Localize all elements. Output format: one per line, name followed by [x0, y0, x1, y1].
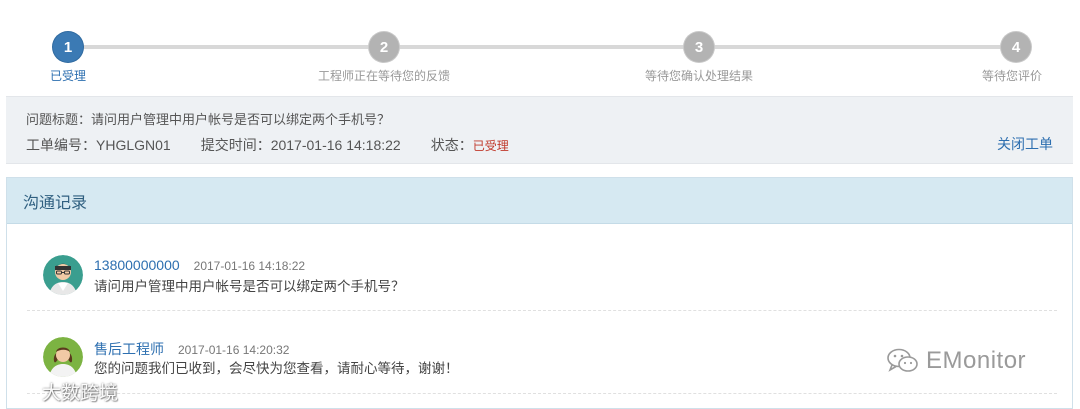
- user-avatar-icon: [43, 255, 83, 295]
- step-connector: [68, 45, 384, 49]
- watermark-left-text: 大数跨境: [42, 383, 119, 404]
- message-divider: [27, 310, 1057, 311]
- ticket-title-row: 问题标题：请问用户管理中用户帐号是否可以绑定两个手机号？: [26, 109, 390, 128]
- user-avatar: [43, 255, 83, 295]
- step-1-circle: 1: [53, 32, 83, 62]
- engineer-avatar-icon: [43, 337, 83, 377]
- message-meta: 13800000000 2017-01-16 14:18:22: [94, 257, 305, 273]
- message-meta: 售后工程师 2017-01-16 14:20:32: [94, 339, 289, 359]
- engineer-avatar: [43, 337, 83, 377]
- ticket-title: 请问用户管理中用户帐号是否可以绑定两个手机号？: [91, 112, 391, 127]
- step-connector: [384, 45, 699, 49]
- ticket-number-label: 工单编号：: [26, 137, 96, 153]
- submit-time: 2017-01-16 14:18:22: [270, 137, 401, 153]
- step-3-label: 等待您确认处理结果: [645, 69, 754, 83]
- submit-time-group: 提交时间：2017-01-16 14:18:22: [201, 135, 401, 155]
- message-text: 您的问题我们已收到，会尽快为您查看，请耐心等待，谢谢！: [94, 361, 459, 376]
- message-item: 13800000000 2017-01-16 14:18:22 请问用户管理中用户…: [43, 255, 1053, 315]
- message-author[interactable]: 售后工程师: [94, 341, 164, 357]
- wechat-icon: [887, 348, 918, 372]
- step-3-circle: 3: [684, 32, 714, 62]
- watermark-left: 大数跨境: [8, 378, 118, 405]
- status-label: 状态：: [430, 137, 473, 153]
- communication-header: 沟通记录: [7, 178, 1072, 224]
- step-4-label: 等待您评价: [982, 69, 1043, 83]
- message-text: 请问用户管理中用户帐号是否可以绑定两个手机号？: [94, 279, 405, 294]
- ticket-info-panel: 问题标题：请问用户管理中用户帐号是否可以绑定两个手机号？ 工单编号：YHGLGN…: [6, 96, 1073, 164]
- status-group: 状态：已受理: [431, 135, 509, 155]
- step-4-circle: 4: [1001, 32, 1031, 62]
- brand-logo-icon: [10, 382, 36, 401]
- ticket-number: YHGLGN01: [96, 137, 171, 153]
- ticket-number-group: 工单编号：YHGLGN01: [26, 135, 171, 155]
- message-time: 2017-01-16 14:20:32: [178, 343, 290, 357]
- progress-stepper: 1 2 3 4 已受理 工程师正在等待您的反馈 等待您确认处理结果 等待您评价: [0, 0, 1080, 90]
- ticket-title-label: 问题标题：: [26, 112, 92, 127]
- message-divider: [27, 393, 1057, 394]
- watermark-right-text: EMonitor: [926, 347, 1027, 374]
- message-author[interactable]: 13800000000: [94, 257, 180, 273]
- submit-time-label: 提交时间：: [200, 137, 271, 153]
- communication-title: 沟通记录: [23, 194, 88, 212]
- step-2-circle: 2: [369, 32, 399, 62]
- ticket-meta-row: 工单编号：YHGLGN01 提交时间：2017-01-16 14:18:22 状…: [26, 135, 539, 155]
- watermark-right: EMonitor: [886, 347, 1026, 375]
- message-time: 2017-01-16 14:18:22: [193, 259, 306, 273]
- close-ticket-link[interactable]: 关闭工单: [997, 134, 1053, 154]
- step-1-label: 已受理: [50, 69, 87, 83]
- step-2-label: 工程师正在等待您的反馈: [318, 69, 451, 83]
- status-badge: 已受理: [472, 139, 509, 153]
- step-connector: [699, 45, 1016, 49]
